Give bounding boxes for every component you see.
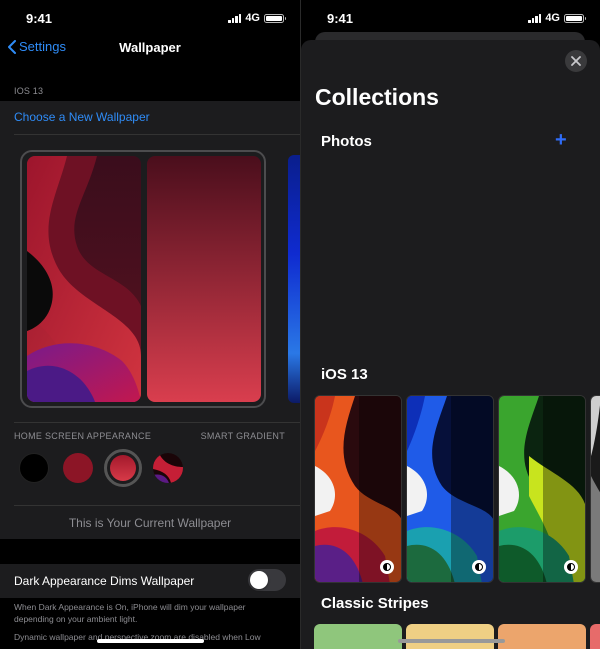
signal-icon [228,13,242,23]
wallpaper-image [315,396,401,582]
ios13-wallpaper-blue[interactable] [406,395,494,583]
divider [14,134,300,135]
next-wallpaper-preview[interactable] [288,155,300,403]
stripe-wallpaper-yellow[interactable] [406,624,494,649]
lock-screen-thumbnail[interactable] [27,156,141,402]
appearance-option-original[interactable] [153,453,183,483]
choose-new-wallpaper-label: Choose a New Wallpaper [14,110,150,124]
appearance-option-dark-red[interactable] [63,453,93,483]
dark-mode-badge-icon [564,560,578,574]
close-icon [571,56,581,66]
wallpaper-image [591,396,600,582]
divider [14,422,300,423]
stripe-wallpaper-red[interactable] [590,624,600,649]
close-button[interactable] [565,50,587,72]
dark-mode-badge-icon [472,560,486,574]
dark-appearance-dims-row: Dark Appearance Dims Wallpaper [0,564,300,598]
battery-icon [564,13,586,23]
dark-appearance-dims-label: Dark Appearance Dims Wallpaper [14,574,195,588]
status-indicators: 4G [228,12,286,24]
wallpaper-swatch-icon [153,453,183,483]
ios13-wallpaper-partial[interactable] [590,395,600,583]
toggle-knob [250,571,268,589]
ios13-wallpaper-green[interactable] [498,395,586,583]
stripe-wallpaper-orange[interactable] [498,624,586,649]
signal-icon [528,13,542,23]
ios13-wallpaper-orange[interactable] [314,395,402,583]
smart-gradient-label: SMART GRADIENT [200,431,285,441]
network-type: 4G [545,12,560,24]
divider [14,505,300,506]
plus-icon[interactable]: + [555,130,567,150]
section-header-ios13: IOS 13 [14,86,44,96]
wallpaper-image [147,156,261,402]
home-indicator[interactable] [398,639,505,643]
appearance-option-black[interactable] [19,453,49,483]
network-type: 4G [245,12,260,24]
classic-stripes-heading: Classic Stripes [321,595,429,612]
status-bar: 9:41 4G [0,0,300,36]
dark-appearance-footer-note: When Dark Appearance is On, iPhone will … [14,601,286,643]
wallpaper-image [407,396,493,582]
page-title: Wallpaper [119,40,181,55]
wallpaper-image [27,156,141,402]
selected-swatch-fill [110,455,136,481]
status-bar: 9:41 4G [301,0,600,36]
wallpaper-settings-panel: 9:41 4G Settings Wallpaper IOS 13 Choose… [0,0,300,649]
dark-mode-badge-icon [380,560,394,574]
navigation-bar: Settings Wallpaper [0,36,300,62]
home-indicator[interactable] [97,639,204,643]
collections-title: Collections [315,84,439,110]
appearance-option-gradient-selected[interactable] [104,449,142,487]
home-screen-appearance-label: HOME SCREEN APPEARANCE [14,431,152,441]
wallpaper-image [499,396,585,582]
status-time: 9:41 [327,11,354,26]
dark-appearance-dims-toggle[interactable] [248,569,286,591]
choose-new-wallpaper-row[interactable]: Choose a New Wallpaper [0,101,300,134]
collections-panel: 9:41 4G Collections Photos + iOS 13 Clas… [301,0,600,649]
footer-note-line-1: When Dark Appearance is On, iPhone will … [14,602,246,624]
status-indicators: 4G [528,12,586,24]
stripe-wallpaper-green[interactable] [314,624,402,649]
home-screen-thumbnail[interactable] [147,156,261,402]
photos-heading: Photos [321,133,372,150]
status-time: 9:41 [26,11,53,26]
battery-icon [264,13,286,23]
current-wallpaper-text: This is Your Current Wallpaper [68,516,232,530]
ios13-heading: iOS 13 [321,366,368,383]
